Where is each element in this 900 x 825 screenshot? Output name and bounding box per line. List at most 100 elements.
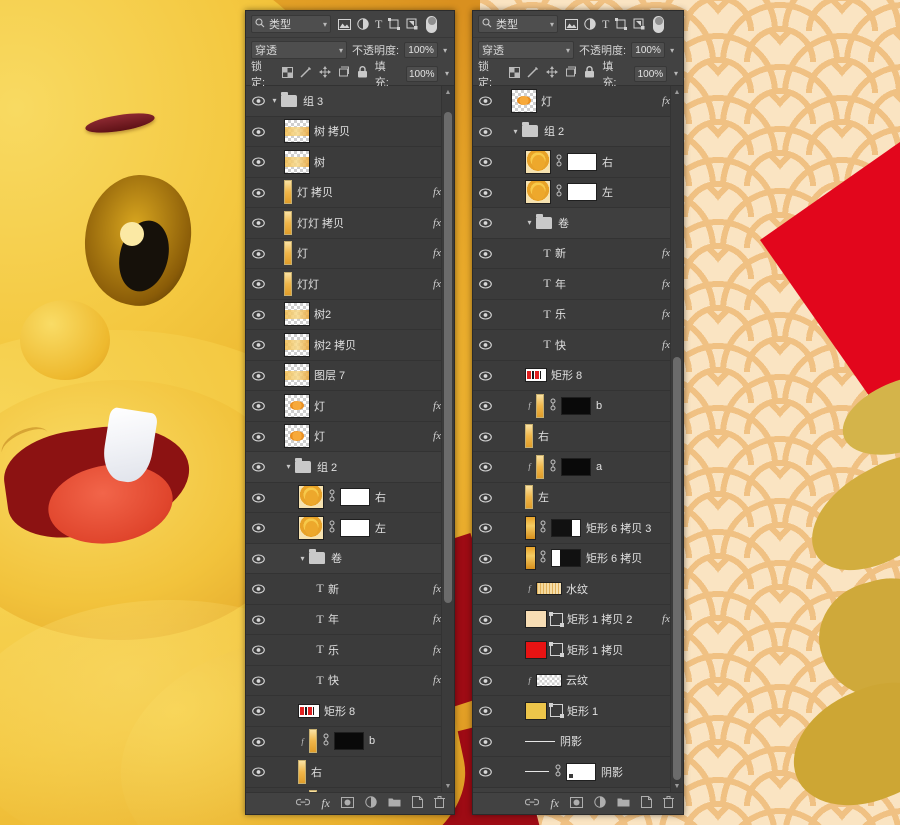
- layer-name[interactable]: 矩形 8: [551, 367, 675, 383]
- layer-thumbnail[interactable]: [284, 271, 292, 296]
- layer-name[interactable]: 组 2: [544, 123, 675, 139]
- lock-artboard-nesting-icon[interactable]: [565, 66, 577, 81]
- layer-thumbnail[interactable]: [298, 485, 324, 510]
- scroll-track[interactable]: [444, 98, 452, 780]
- add-layer-mask-icon[interactable]: [341, 796, 354, 811]
- mask-link-icon[interactable]: [328, 520, 337, 536]
- layer-row[interactable]: 树 拷贝: [246, 117, 454, 147]
- layer-name[interactable]: 新: [328, 581, 429, 597]
- panel-footer-left[interactable]: fx: [246, 792, 454, 814]
- layer-row[interactable]: 右: [246, 483, 454, 513]
- layer-row[interactable]: 灯fx▾: [246, 239, 454, 269]
- eye-icon[interactable]: [479, 493, 492, 503]
- layer-mask-thumbnail[interactable]: [334, 732, 364, 751]
- layer-row[interactable]: 灯fx▾: [246, 422, 454, 452]
- layer-name[interactable]: 阴影: [601, 764, 675, 780]
- layer-row[interactable]: T快fx▾: [246, 666, 454, 696]
- layer-row[interactable]: 左: [473, 178, 683, 208]
- layer-thumbnail[interactable]: [525, 771, 549, 773]
- chevron-down-icon[interactable]: ▾: [550, 20, 554, 29]
- layer-visibility-toggle[interactable]: [246, 493, 270, 503]
- layer-visibility-toggle[interactable]: [246, 737, 270, 747]
- eye-icon[interactable]: [479, 310, 492, 320]
- layer-name[interactable]: 灯: [297, 245, 429, 261]
- type-layer-icon[interactable]: T: [602, 18, 609, 30]
- layer-name[interactable]: 左: [538, 489, 675, 505]
- layer-visibility-toggle[interactable]: [246, 371, 270, 381]
- eye-icon[interactable]: [479, 279, 492, 289]
- layer-effects-icon[interactable]: fx: [433, 247, 441, 259]
- layer-visibility-toggle[interactable]: [473, 249, 497, 259]
- layer-visibility-toggle[interactable]: [473, 584, 497, 594]
- layer-row[interactable]: 右: [246, 757, 454, 788]
- layer-name[interactable]: 阴影: [560, 733, 675, 749]
- smart-object-icon[interactable]: [633, 18, 645, 30]
- eye-icon[interactable]: [252, 218, 265, 228]
- add-layer-style-icon[interactable]: fx: [550, 796, 559, 811]
- mask-link-icon[interactable]: [539, 520, 548, 536]
- layer-name[interactable]: 图层 7: [314, 367, 446, 383]
- layer-row[interactable]: f 水纹: [473, 574, 683, 605]
- layer-row[interactable]: 灯 拷贝fx▾: [246, 178, 454, 208]
- layer-name[interactable]: 快: [555, 337, 658, 353]
- new-group-icon[interactable]: [388, 797, 401, 810]
- layer-visibility-toggle[interactable]: [246, 432, 270, 442]
- layer-mask-thumbnail[interactable]: [551, 549, 581, 568]
- layer-name[interactable]: 灯: [541, 93, 658, 109]
- new-adjustment-layer-icon[interactable]: [365, 796, 377, 811]
- layers-panel-left[interactable]: 类型 ▾ T 穿透 ▾ 不透明度: 100% ▾ 锁定: 填充: 100% ▾: [245, 10, 455, 815]
- lock-transparent-pixels-icon[interactable]: [509, 66, 521, 81]
- layer-name[interactable]: 矩形 1: [567, 703, 675, 719]
- layer-row[interactable]: 矩形 6 拷贝 3: [473, 513, 683, 544]
- layer-name[interactable]: 灯灯 拷贝: [297, 215, 429, 231]
- layer-row[interactable]: 灯灯 拷贝fx▾: [246, 208, 454, 239]
- layer-visibility-toggle[interactable]: [473, 767, 497, 777]
- blend-mode-row[interactable]: 穿透 ▾ 不透明度: 100% ▾: [473, 38, 683, 62]
- layer-visibility-toggle[interactable]: [246, 401, 270, 411]
- layer-effects-icon[interactable]: fx: [662, 278, 670, 290]
- layer-thumbnail[interactable]: [536, 393, 544, 418]
- layer-row[interactable]: ▾ 卷: [473, 208, 683, 239]
- pixel-layer-icon[interactable]: [338, 18, 351, 30]
- layer-mask-thumbnail[interactable]: [551, 518, 581, 537]
- layer-row[interactable]: fb: [246, 727, 454, 757]
- layer-thumbnail[interactable]: [525, 546, 536, 571]
- lock-position-icon[interactable]: [546, 66, 559, 81]
- blend-mode-row[interactable]: 穿透 ▾ 不透明度: 100% ▾: [246, 38, 454, 62]
- layer-row[interactable]: T年fx▾: [473, 269, 683, 300]
- layer-thumbnail[interactable]: [309, 790, 317, 792]
- layer-visibility-toggle[interactable]: [473, 157, 497, 167]
- layer-row[interactable]: ▾ 卷: [246, 543, 454, 574]
- pixel-layer-icon[interactable]: [565, 18, 578, 30]
- layer-row[interactable]: 树: [246, 147, 454, 178]
- eye-icon[interactable]: [479, 340, 492, 350]
- eye-icon[interactable]: [479, 157, 492, 167]
- smart-object-icon[interactable]: [406, 18, 418, 30]
- layer-thumbnail[interactable]: [525, 368, 547, 383]
- filter-enable-toggle[interactable]: [653, 15, 665, 33]
- delete-layer-icon[interactable]: [434, 796, 445, 811]
- layer-name[interactable]: 右: [602, 154, 675, 170]
- layer-visibility-toggle[interactable]: [473, 462, 497, 472]
- layer-row[interactable]: 矩形 1 拷贝 2fx▾: [473, 605, 683, 635]
- layer-effects-icon[interactable]: fx: [433, 613, 441, 625]
- layer-row[interactable]: T乐fx▾: [473, 300, 683, 330]
- fill-value[interactable]: 100%: [405, 65, 438, 82]
- layer-thumbnail[interactable]: [284, 119, 310, 144]
- layer-row[interactable]: 矩形 1: [473, 696, 683, 727]
- group-disclosure-icon[interactable]: ▾: [298, 554, 307, 563]
- link-layers-icon[interactable]: [296, 798, 311, 810]
- layer-name[interactable]: 右: [538, 428, 675, 444]
- layer-mask-thumbnail[interactable]: [567, 152, 597, 171]
- layer-row[interactable]: 右: [473, 422, 683, 452]
- layer-visibility-toggle[interactable]: [473, 493, 497, 503]
- layer-name[interactable]: 年: [328, 611, 429, 627]
- layer-effects-icon[interactable]: fx: [433, 186, 441, 198]
- eye-icon[interactable]: [252, 706, 265, 716]
- eye-icon[interactable]: [479, 645, 492, 655]
- layer-visibility-toggle[interactable]: [246, 676, 270, 686]
- filter-kind-select[interactable]: 类型 ▾: [478, 15, 558, 33]
- layer-effects-icon[interactable]: fx: [433, 430, 441, 442]
- mask-link-icon[interactable]: [328, 489, 337, 505]
- layer-name[interactable]: 云纹: [566, 672, 675, 688]
